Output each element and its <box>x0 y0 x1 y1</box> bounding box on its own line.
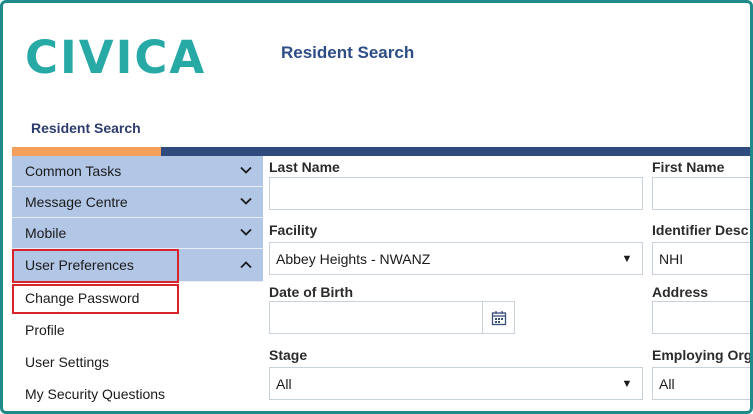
identifier-desc-label: Identifier Desc <box>652 222 749 238</box>
stage-select[interactable]: All ▼ <box>269 367 643 400</box>
sidebar-group-mobile[interactable]: Mobile <box>12 218 263 249</box>
chevron-down-icon <box>240 166 252 174</box>
sidebar-item-label: Profile <box>25 322 65 338</box>
identifier-desc-select[interactable]: NHI <box>652 242 750 275</box>
highlight-change-password <box>12 284 179 314</box>
facility-value: Abbey Heights - NWANZ <box>276 250 431 267</box>
stage-value: All <box>276 375 292 392</box>
header: CIVICA Resident Search <box>3 3 750 113</box>
page-title: Resident Search <box>281 43 415 62</box>
chevron-up-icon <box>240 261 252 269</box>
sidebar-group-label: Mobile <box>25 225 67 241</box>
sidebar-group-common-tasks[interactable]: Common Tasks <box>12 156 263 187</box>
sidebar-group-message-centre[interactable]: Message Centre <box>12 187 263 218</box>
facility-label: Facility <box>269 222 318 238</box>
identifier-desc-value: NHI <box>659 250 684 267</box>
active-tab-indicator <box>12 147 161 156</box>
highlight-user-preferences <box>12 249 179 283</box>
last-name-input[interactable] <box>269 177 643 210</box>
dropdown-arrow-icon[interactable]: ▼ <box>612 368 642 399</box>
employing-org-select[interactable]: All <box>652 367 750 400</box>
date-of-birth-input[interactable] <box>269 301 515 334</box>
civica-logo: CIVICA <box>25 31 207 84</box>
chevron-down-icon <box>240 197 252 205</box>
facility-select[interactable]: Abbey Heights - NWANZ ▼ <box>269 242 643 275</box>
sidebar-item-my-security-questions[interactable]: My Security Questions <box>12 378 263 410</box>
sidebar-group-label: Common Tasks <box>25 163 122 179</box>
sidebar-group-label: Message Centre <box>25 194 128 210</box>
sidebar-item-user-settings[interactable]: User Settings <box>12 346 263 378</box>
last-name-label: Last Name <box>269 159 340 175</box>
resident-search-form: Last Name First Name Facility Abbey Heig… <box>269 156 753 411</box>
first-name-label: First Name <box>652 159 725 175</box>
employing-org-value: All <box>659 375 675 392</box>
nav-accent-bar <box>12 147 750 156</box>
chevron-down-icon <box>240 228 252 236</box>
date-of-birth-label: Date of Birth <box>269 284 353 300</box>
app-window: CIVICA Resident Search Resident Search C… <box>0 0 753 414</box>
sidebar-item-label: User Settings <box>25 354 110 370</box>
sidebar-item-label: My Security Questions <box>25 386 166 402</box>
calendar-icon[interactable] <box>482 302 514 333</box>
employing-org-label: Employing Org <box>652 347 753 363</box>
first-name-input[interactable] <box>652 177 750 210</box>
breadcrumb[interactable]: Resident Search <box>31 120 141 136</box>
stage-label: Stage <box>269 347 308 363</box>
address-input[interactable] <box>652 301 750 334</box>
address-label: Address <box>652 284 709 300</box>
dropdown-arrow-icon[interactable]: ▼ <box>612 243 642 274</box>
sidebar-item-profile[interactable]: Profile <box>12 314 263 346</box>
